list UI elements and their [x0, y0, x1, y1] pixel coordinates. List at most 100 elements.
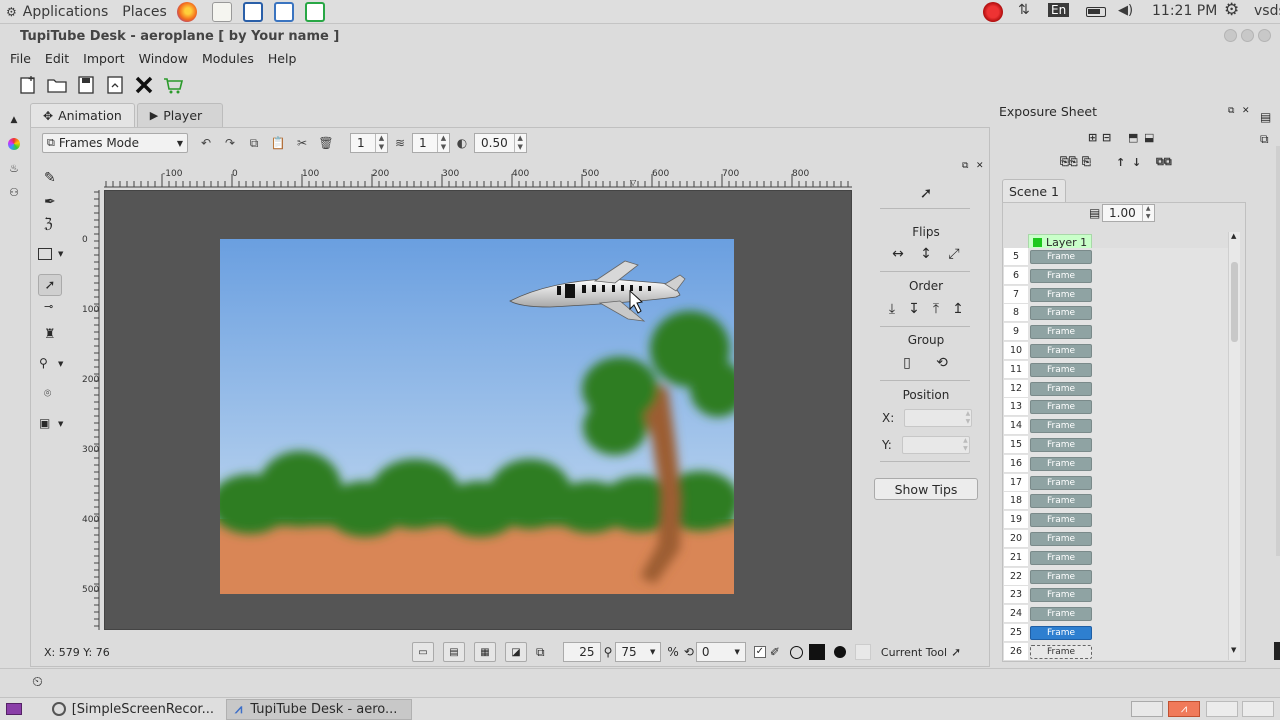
fps-spinner[interactable]: 1.00 ▲ ▼	[1102, 204, 1155, 222]
menu-file[interactable]: File	[10, 51, 31, 66]
frame-cell[interactable]: Frame	[1030, 381, 1092, 396]
frame-row[interactable]: 7 Frame	[1004, 285, 1230, 305]
workspace-switcher-icon[interactable]	[1131, 701, 1163, 717]
frame-row[interactable]: 9 Frame	[1004, 323, 1230, 342]
network-icon[interactable]: ⇅	[1018, 2, 1030, 18]
flip-horizontal-icon[interactable]: ↔	[889, 245, 907, 263]
applications-menu-icon[interactable]: ⚙	[6, 5, 17, 19]
frame-cell[interactable]: Frame	[1030, 550, 1092, 565]
spinner-arrows-icon[interactable]: ▲ ▼	[1141, 205, 1154, 221]
fill-color-swatch[interactable]	[808, 644, 825, 660]
frame-row[interactable]: 20 Frame	[1004, 530, 1230, 549]
volume-icon[interactable]: ◀)	[1118, 3, 1133, 18]
frame-cell[interactable]: Frame	[1030, 438, 1092, 452]
frame-row[interactable]: 22 Frame	[1004, 567, 1230, 587]
frame-row[interactable]: 12 Frame	[1004, 379, 1230, 399]
frame-cell[interactable]: Frame	[1030, 287, 1092, 302]
applications-menu[interactable]: Applications	[23, 4, 109, 20]
undo-icon[interactable]: ↶	[196, 133, 216, 153]
flip-vertical-icon[interactable]: ↕	[917, 245, 935, 263]
frame-row[interactable]: 17 Frame	[1004, 473, 1230, 493]
frame-row[interactable]: 6 Frame	[1004, 266, 1230, 286]
recording-icon[interactable]	[983, 2, 1003, 22]
tupitube-tray-icon[interactable]: ⩘	[1168, 701, 1200, 717]
copy-icon[interactable]: ⧉	[244, 133, 264, 153]
polyline-tool-icon[interactable]: ℨ	[44, 216, 53, 232]
remove-layer-icon[interactable]: ⊟	[1102, 130, 1111, 144]
full-screen-icon[interactable]: ⧉	[536, 645, 545, 660]
opacity-spinner[interactable]: 0.50 ▲ ▼	[474, 133, 527, 153]
onion-next-spinner[interactable]: 1 ▲ ▼	[412, 133, 450, 153]
remove-scene-icon[interactable]: ⬓	[1144, 130, 1154, 144]
frame-cell[interactable]: Frame	[1030, 362, 1092, 377]
scene-illustration[interactable]	[220, 239, 734, 594]
tab-player[interactable]: ▶ Player	[136, 103, 224, 127]
workspace-indicator[interactable]	[1242, 701, 1274, 717]
chevron-down-icon[interactable]: ▼	[58, 420, 63, 428]
camera-icon[interactable]: ⌾	[44, 386, 51, 401]
workspace-indicator[interactable]	[1206, 701, 1238, 717]
fill-bucket-icon[interactable]: ♜	[44, 327, 56, 342]
send-to-back-icon[interactable]: ⤓	[883, 300, 901, 318]
minimize-button[interactable]	[1224, 29, 1237, 42]
frame-cell[interactable]: Frame	[1030, 475, 1092, 490]
move-frame-up-icon[interactable]: ↑	[1116, 155, 1125, 169]
frame-row[interactable]: 10 Frame	[1004, 342, 1230, 361]
group-icon[interactable]: ▯	[898, 354, 916, 372]
frame-cell[interactable]: Frame	[1030, 325, 1092, 340]
rectangle-tool-icon[interactable]	[38, 248, 52, 260]
shift-tool-icon[interactable]: ⚲	[39, 356, 48, 370]
frame-row[interactable]: 16 Frame	[1004, 454, 1230, 474]
pen-properties-icon[interactable]: ♨	[5, 160, 23, 176]
bring-forward-icon[interactable]: ↥	[949, 300, 967, 318]
rotation-field[interactable]: 25	[562, 642, 601, 662]
frame-row[interactable]: 5 Frame	[1004, 248, 1230, 267]
position-x-input[interactable]: ▲ ▼	[904, 409, 973, 427]
collapse-up-icon[interactable]: ▲	[5, 112, 23, 128]
frame-cell[interactable]: Frame	[1030, 626, 1092, 640]
scroll-up-icon[interactable]: ▲	[1231, 232, 1236, 240]
taskbar-item-screen-recorder[interactable]: [SimpleScreenRecor...	[44, 699, 222, 720]
battery-icon[interactable]	[1086, 7, 1106, 17]
nodes-tool-icon[interactable]: ⊸	[44, 300, 53, 313]
frame-row[interactable]: 8 Frame	[1004, 304, 1230, 323]
frame-row[interactable]: 24 Frame	[1004, 605, 1230, 624]
position-y-input[interactable]: ▲ ▼	[901, 436, 970, 454]
show-tips-button[interactable]: Show Tips	[874, 478, 978, 500]
image-tool-icon[interactable]: ▣	[39, 416, 50, 430]
frame-row[interactable]: 26 Frame	[1004, 642, 1230, 660]
close-button[interactable]	[1258, 29, 1271, 42]
float-panel-icon[interactable]: ⧉	[962, 161, 968, 171]
firefox-icon[interactable]	[176, 1, 197, 22]
text-editor-icon[interactable]	[211, 1, 232, 22]
flip-crossed-icon[interactable]: ⤢	[945, 245, 963, 263]
copy-frame-icon[interactable]: ⧉⧉	[1156, 155, 1172, 169]
frame-row[interactable]: 25 Frame	[1004, 624, 1230, 643]
frames-grid[interactable]: 5 Frame 6 Frame 7 Frame 8 Frame 9 Frame 10 Frame 11 F…	[1004, 248, 1230, 660]
frame-cell[interactable]: Frame	[1030, 250, 1092, 264]
clock[interactable]: 11:21 PM	[1152, 3, 1217, 19]
dock-panel-icon[interactable]: ⧉	[1260, 132, 1269, 147]
send-backward-icon[interactable]: ↧	[905, 300, 923, 318]
scroll-down-icon[interactable]: ▼	[1231, 646, 1236, 654]
document-writer-icon[interactable]	[242, 1, 263, 22]
frame-row[interactable]: 13 Frame	[1004, 398, 1230, 417]
frame-cell[interactable]: Frame	[1030, 588, 1092, 603]
add-scene-icon[interactable]: ⬒	[1128, 130, 1138, 144]
frame-cell[interactable]: Frame	[1030, 644, 1092, 659]
menu-import[interactable]: Import	[83, 51, 125, 66]
grid-icon[interactable]: ▦	[474, 642, 496, 662]
frame-cell[interactable]: Frame	[1030, 513, 1092, 528]
float-panel-icon[interactable]: ⧉	[1228, 106, 1234, 116]
frame-cell[interactable]: Frame	[1030, 306, 1092, 321]
dock-panel-icon[interactable]: ▤	[1260, 110, 1271, 124]
frame-cell[interactable]: Frame	[1030, 268, 1092, 283]
save-as-icon[interactable]	[103, 73, 127, 97]
frame-cell[interactable]: Frame	[1030, 494, 1092, 509]
taskbar-item-tupitube[interactable]: ⩘ TupiTube Desk - aero...	[226, 698, 412, 720]
timeline-icon[interactable]: ⏲	[32, 674, 43, 690]
menu-help[interactable]: Help	[268, 51, 297, 66]
close-panel-icon[interactable]: ✕	[1242, 106, 1250, 116]
frame-cell[interactable]: Frame	[1030, 419, 1092, 434]
zoom-select[interactable]: 75 ▼	[615, 642, 662, 662]
